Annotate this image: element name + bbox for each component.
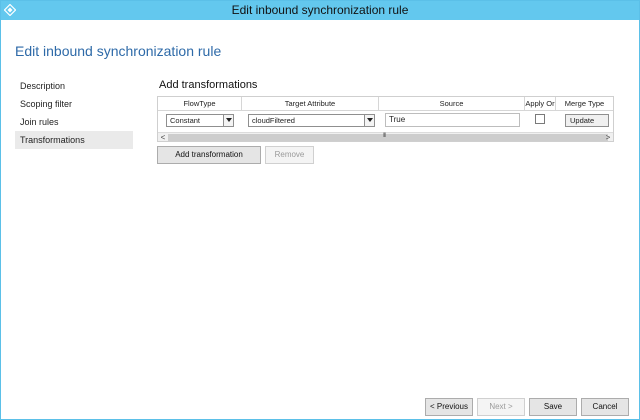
window: Edit inbound synchronization rule Edit i… bbox=[0, 0, 640, 420]
sidebar-nav: Description Scoping filter Join rules Tr… bbox=[15, 77, 133, 149]
previous-button[interactable]: < Previous bbox=[425, 398, 473, 416]
column-header-target-attribute[interactable]: Target Attribute bbox=[242, 97, 379, 111]
scroll-right-icon[interactable]: > bbox=[603, 133, 613, 141]
nav-item-transformations[interactable]: Transformations bbox=[15, 131, 133, 149]
cancel-button[interactable]: Cancel bbox=[581, 398, 629, 416]
title-bar[interactable]: Edit inbound synchronization rule bbox=[1, 1, 639, 20]
window-title: Edit inbound synchronization rule bbox=[231, 3, 409, 17]
section-title: Add transformations bbox=[159, 79, 258, 91]
column-header-merge-type[interactable]: Merge Type bbox=[556, 97, 613, 111]
column-header-source[interactable]: Source bbox=[379, 97, 525, 111]
chevron-down-icon[interactable] bbox=[364, 115, 374, 126]
flowtype-value: Constant bbox=[170, 116, 201, 125]
source-input[interactable]: True bbox=[385, 113, 520, 127]
apply-once-checkbox[interactable] bbox=[535, 114, 545, 124]
merge-type-select[interactable]: Update bbox=[565, 114, 609, 127]
chevron-down-icon[interactable] bbox=[223, 115, 233, 126]
add-transformation-button[interactable]: Add transformation bbox=[157, 146, 261, 164]
target-attribute-value: cloudFiltered bbox=[252, 116, 295, 125]
scrollbar-thumb[interactable]: III bbox=[168, 133, 608, 141]
grid-header: FlowType Target Attribute Source Apply O… bbox=[158, 97, 613, 111]
nav-item-scoping-filter[interactable]: Scoping filter bbox=[15, 95, 133, 113]
horizontal-scrollbar[interactable]: < III > bbox=[158, 132, 613, 141]
scroll-left-icon[interactable]: < bbox=[158, 133, 168, 141]
next-button[interactable]: Next > bbox=[477, 398, 525, 416]
save-button[interactable]: Save bbox=[529, 398, 577, 416]
remove-button[interactable]: Remove bbox=[265, 146, 314, 164]
transformations-grid: FlowType Target Attribute Source Apply O… bbox=[157, 96, 614, 142]
flowtype-select[interactable]: Constant bbox=[166, 114, 234, 127]
target-attribute-select[interactable]: cloudFiltered bbox=[248, 114, 375, 127]
page-title: Edit inbound synchronization rule bbox=[15, 43, 222, 59]
nav-item-join-rules[interactable]: Join rules bbox=[15, 113, 133, 131]
scrollbar-grip-icon: III bbox=[383, 133, 386, 139]
column-header-apply-once[interactable]: Apply Or bbox=[525, 97, 556, 111]
nav-item-description[interactable]: Description bbox=[15, 77, 133, 95]
column-header-flowtype[interactable]: FlowType bbox=[158, 97, 242, 111]
table-row: Constant cloudFiltered True Update bbox=[158, 111, 613, 129]
